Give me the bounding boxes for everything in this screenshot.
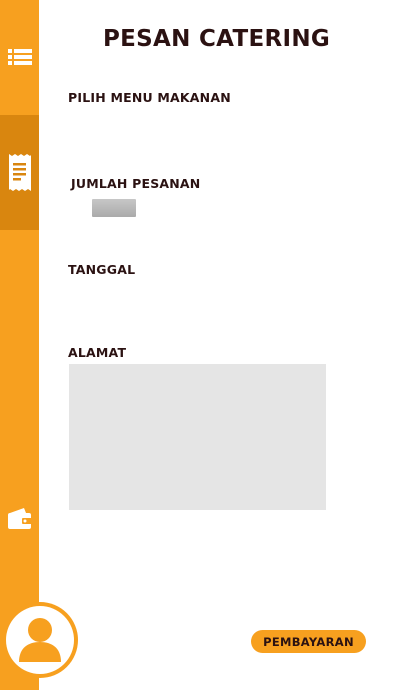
sidebar-item-order[interactable] <box>0 152 39 194</box>
sidebar <box>0 0 39 690</box>
page-title: PESAN CATERING <box>103 26 331 52</box>
address-label: ALAMAT <box>68 345 127 360</box>
date-label: TANGGAL <box>68 262 136 277</box>
list-icon <box>7 49 32 65</box>
payment-button[interactable]: PEMBAYARAN <box>251 630 366 653</box>
avatar[interactable] <box>6 606 74 674</box>
user-icon <box>19 618 61 662</box>
order-catering-screen: PESAN CATERING PILIH MENU MAKANAN JUMLAH… <box>0 0 400 690</box>
quantity-label: JUMLAH PESANAN <box>71 176 201 191</box>
address-field[interactable] <box>69 364 326 510</box>
menu-label: PILIH MENU MAKANAN <box>68 90 231 105</box>
sidebar-item-list[interactable] <box>0 45 39 69</box>
quantity-input[interactable] <box>92 199 136 217</box>
receipt-icon <box>8 154 31 191</box>
sidebar-item-wallet[interactable] <box>0 506 39 532</box>
wallet-icon <box>7 508 32 529</box>
